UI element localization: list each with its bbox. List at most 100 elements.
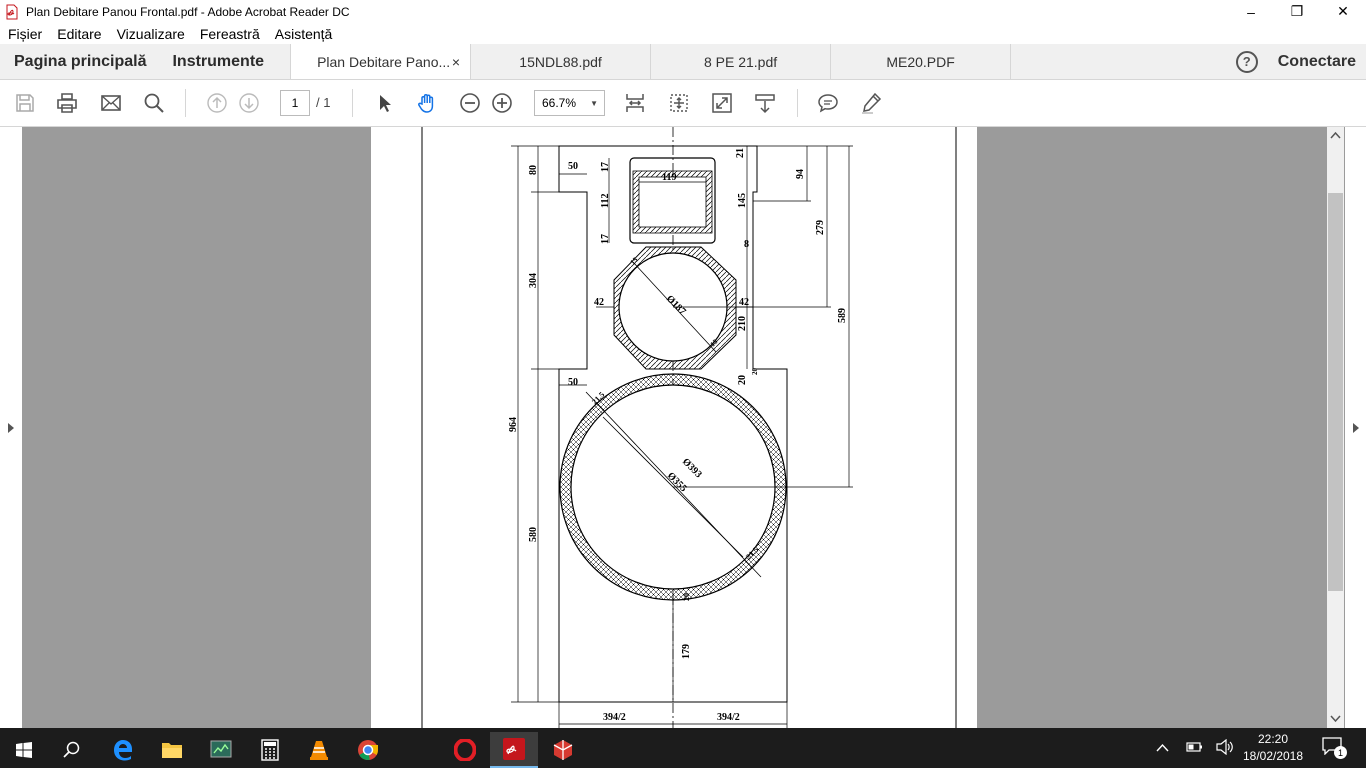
taskbar-chrome[interactable]: [344, 732, 392, 768]
dimension-label: 21: [735, 148, 746, 158]
right-panel-toggle[interactable]: [1345, 127, 1366, 728]
taskbar-calculator[interactable]: [246, 732, 294, 768]
title-bar: Plan Debitare Panou Frontal.pdf - Adobe …: [0, 0, 1366, 23]
pdf-file-icon: [6, 4, 18, 19]
zoom-value: 66.7%: [542, 96, 577, 110]
monitor-app-icon: [210, 740, 232, 758]
page-number-input[interactable]: 1: [280, 90, 310, 116]
start-button[interactable]: [0, 732, 48, 768]
dimension-label: 304: [528, 273, 539, 288]
system-clock[interactable]: 22:20 18/02/2018: [1238, 731, 1308, 765]
dimension-label: 964: [508, 417, 519, 432]
help-area: ? Conectare: [1235, 44, 1366, 79]
page-total: / 1: [316, 95, 331, 110]
document-tab-label: 15NDL88.pdf: [519, 53, 602, 70]
scroll-mode-icon[interactable]: [667, 91, 691, 115]
dimension-label: 20: [737, 375, 748, 385]
menu-view[interactable]: Vizualizare: [109, 26, 192, 42]
page-down-icon[interactable]: [237, 91, 261, 115]
hand-tool-icon[interactable]: [415, 91, 439, 115]
dimension-label: 42: [739, 297, 749, 308]
save-icon[interactable]: [13, 91, 37, 115]
menu-help[interactable]: Asistență: [267, 26, 340, 42]
taskbar-vlc[interactable]: [295, 732, 343, 768]
taskbar-sketchup[interactable]: [539, 732, 587, 768]
email-icon[interactable]: [99, 91, 123, 115]
dimension-label: 17: [600, 162, 611, 172]
opera-browser-icon: [454, 739, 476, 761]
document-tab-label: ME20.PDF: [886, 53, 955, 70]
taskbar-acrobat[interactable]: [490, 732, 538, 768]
taskbar-opera[interactable]: [441, 732, 489, 768]
tab-tools[interactable]: Instrumente: [172, 53, 264, 71]
acrobat-icon: [503, 738, 525, 760]
notification-count-badge: 1: [1334, 746, 1347, 759]
chrome-browser-icon: [358, 740, 379, 760]
tab-home[interactable]: Pagina principală: [14, 53, 146, 71]
menu-file[interactable]: Fișier: [0, 26, 49, 42]
zoom-out-icon[interactable]: [458, 91, 482, 115]
clock-date: 18/02/2018: [1242, 749, 1304, 763]
window-title: Plan Debitare Panou Frontal.pdf - Adobe …: [26, 4, 350, 19]
highlight-pen-icon[interactable]: [859, 91, 883, 115]
menu-window[interactable]: Fereastră: [192, 26, 267, 42]
taskbar-file-explorer[interactable]: [148, 732, 196, 768]
dimension-label: 94: [795, 169, 806, 179]
notification-center-button[interactable]: 1: [1322, 737, 1347, 759]
toolbar-separator: [797, 89, 798, 117]
menu-bar: Fișier Editare Vizualizare Fereastră Asi…: [0, 23, 1366, 44]
taskbar-search-button[interactable]: [48, 732, 96, 768]
dimension-label: 394/2: [717, 712, 740, 723]
dimension-label: 80: [528, 165, 539, 175]
comment-icon[interactable]: [816, 91, 840, 115]
restore-button[interactable]: ❐: [1274, 0, 1320, 23]
scroll-up-icon[interactable]: [1330, 131, 1341, 139]
volume-icon[interactable]: [1216, 739, 1234, 755]
full-screen-icon[interactable]: [710, 91, 734, 115]
tab-bar: Pagina principală Instrumente Plan Debit…: [0, 44, 1366, 80]
zoom-in-icon[interactable]: [490, 91, 514, 115]
sign-in-button[interactable]: Conectare: [1278, 53, 1356, 71]
dimension-label: 8: [744, 239, 749, 250]
taskbar-edge[interactable]: [99, 732, 147, 768]
menu-edit[interactable]: Editare: [49, 26, 108, 42]
document-tab[interactable]: ME20.PDF: [830, 44, 1010, 79]
expand-left-icon: [8, 423, 14, 433]
read-mode-icon[interactable]: [753, 91, 777, 115]
close-button[interactable]: ✕: [1320, 0, 1366, 23]
technical-drawing: 80 50 17 119 21 94 112 145 279 17 8 304 …: [421, 127, 957, 728]
home-nav: Pagina principală Instrumente: [0, 44, 290, 79]
search-icon[interactable]: [142, 91, 166, 115]
tab-close-icon[interactable]: ×: [452, 54, 460, 70]
folder-icon: [162, 743, 182, 758]
dimension-label: 42: [594, 297, 604, 308]
document-tab[interactable]: 8 PE 21.pdf: [650, 44, 830, 79]
chevron-up-icon[interactable]: [1156, 743, 1169, 752]
sketchup-icon: [553, 740, 573, 760]
chevron-down-icon: ▼: [590, 98, 598, 108]
page-up-icon[interactable]: [205, 91, 229, 115]
dimension-label: 589: [837, 308, 848, 323]
dimension-label: 394/2: [603, 712, 626, 723]
dimension-label: 145: [737, 193, 748, 208]
battery-icon[interactable]: [1186, 741, 1203, 753]
taskbar-app[interactable]: [197, 732, 245, 768]
tab-bar-spacer: [1010, 44, 1236, 79]
zoom-select[interactable]: 66.7% ▼: [534, 90, 605, 116]
minimize-button[interactable]: –: [1228, 0, 1274, 23]
calculator-icon: [261, 739, 279, 761]
expand-right-icon: [1353, 423, 1359, 433]
toolbar-separator: [352, 89, 353, 117]
left-panel-toggle[interactable]: [0, 127, 22, 728]
fit-page-icon[interactable]: [623, 91, 647, 115]
select-tool-icon[interactable]: [372, 91, 396, 115]
pdf-page: 80 50 17 119 21 94 112 145 279 17 8 304 …: [371, 127, 977, 728]
document-tab-active[interactable]: Plan Debitare Pano... ×: [290, 44, 471, 79]
scrollbar-thumb[interactable]: [1328, 193, 1343, 591]
help-icon[interactable]: ?: [1235, 50, 1258, 73]
print-icon[interactable]: [55, 91, 79, 115]
document-tab[interactable]: 15NDL88.pdf: [470, 44, 650, 79]
scroll-down-icon[interactable]: [1330, 715, 1341, 723]
edge-browser-icon: [114, 740, 132, 761]
dimension-label: 50: [568, 161, 578, 172]
